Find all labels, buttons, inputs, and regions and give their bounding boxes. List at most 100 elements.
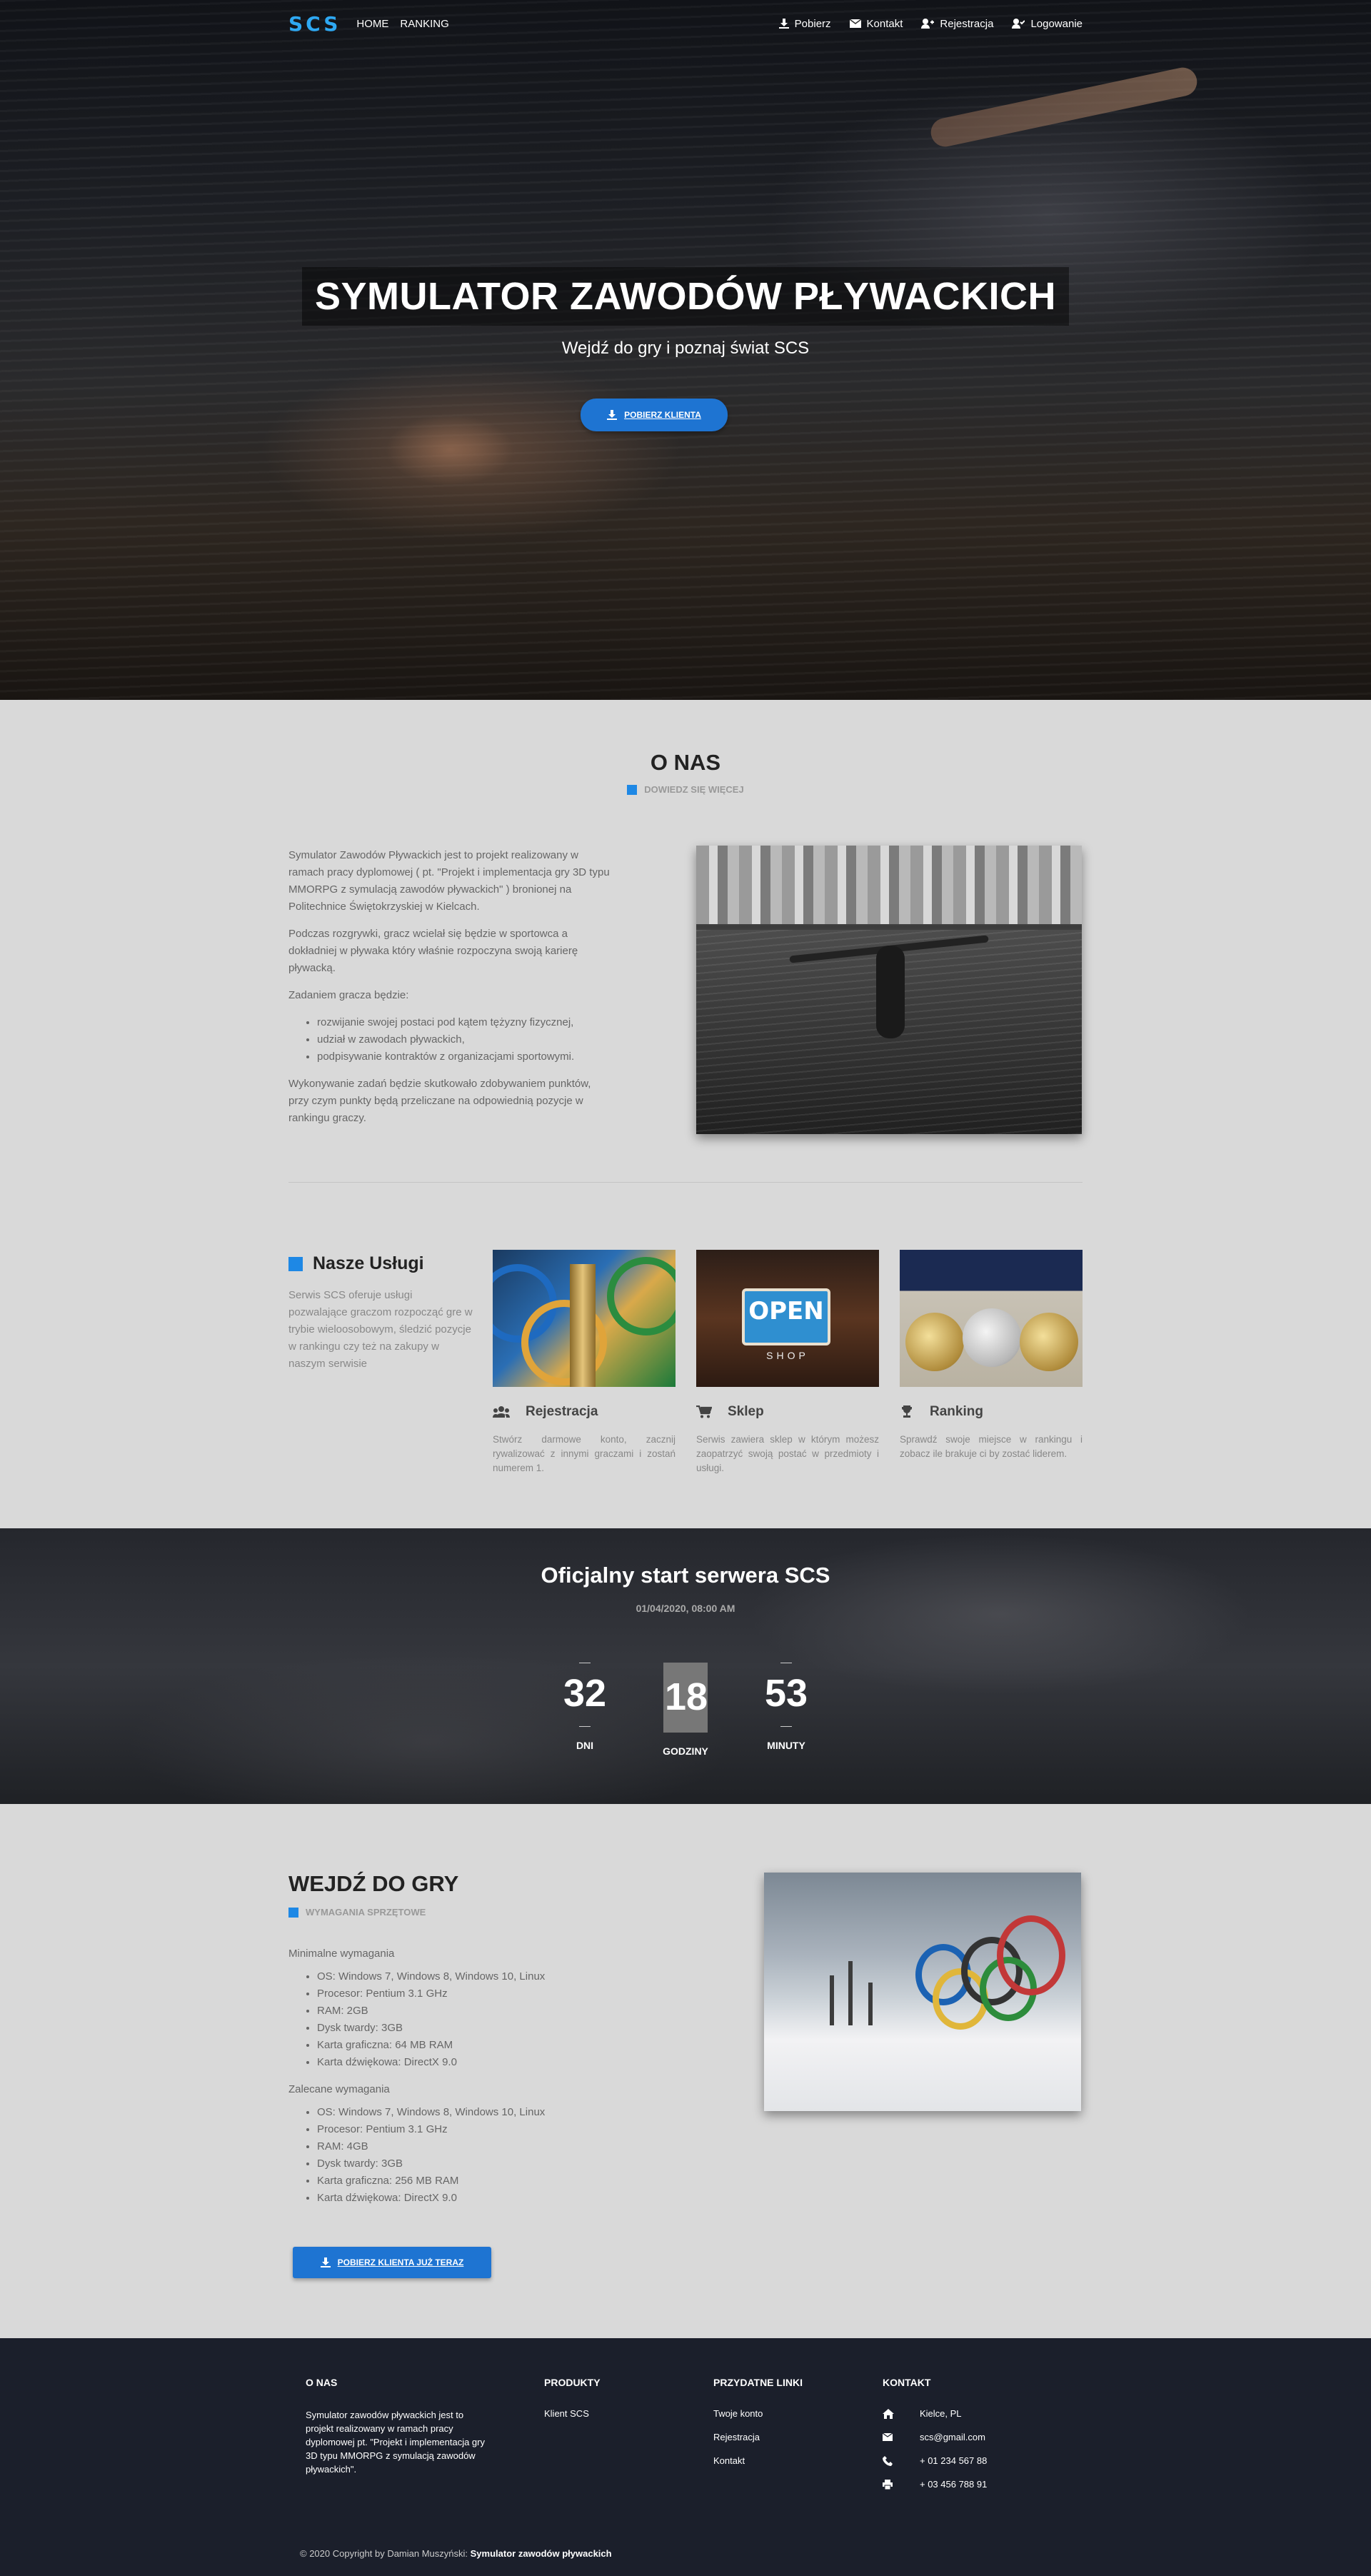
list-item: Karta dźwiękowa: DirectX 9.0 [317,2190,646,2207]
diver-photo [696,846,1082,1134]
countdown-date: 01/04/2020, 08:00 AM [636,1603,735,1614]
service-card-registration: Rejestracja Stwórz darmowe konto, zaczni… [493,1250,676,1475]
footer-links-title: PRZYDATNE LINKI [713,2377,803,2388]
nav-login-link[interactable]: Logowanie [1012,18,1083,30]
list-item: udział w zawodach pływackich, [317,1031,610,1048]
countdown-label: MINUTY [767,1740,805,1751]
section-divider [288,1182,1083,1183]
diver-body-image [876,946,905,1038]
medal-shape [963,1308,1021,1367]
list-item: Procesor: Pentium 3.1 GHz [317,2121,646,2138]
footer-products-title: PRODUKTY [544,2377,601,2388]
nav-right-group: Pobierz Kontakt Rejestracja Logowanie [760,18,1083,30]
copyright: © 2020 Copyright by Damian Muszyński: Sy… [300,2548,612,2559]
footer-link-register[interactable]: Rejestracja [713,2432,803,2442]
countdown-value: 18 [663,1663,708,1733]
nav-link-ranking[interactable]: RANKING [400,18,448,30]
countdown-minutes: 53 MINUTY [761,1663,811,1751]
footer-about: O NAS Symulator zawodów pływackich jest … [306,2377,491,2476]
trophy-icon [902,1405,912,1418]
about-subtitle-text: DOWIEDZ SIĘ WIĘCEJ [644,784,744,795]
city-skyline-image [696,846,1082,924]
contact-text: + 01 234 567 88 [920,2455,988,2466]
tree-shape [868,1983,873,2025]
user-plus-icon [921,19,935,29]
nav-download-link[interactable]: Pobierz [778,17,831,30]
service-title: Ranking [930,1404,983,1419]
shop-sign: SHOP [766,1350,809,1361]
olympic-rings-snow-photo [764,1873,1081,2111]
print-icon [883,2479,920,2490]
contact-fax: + 03 456 788 91 [883,2479,987,2490]
hero-title: SYMULATOR ZAWODÓW PŁYWACKICH [302,267,1069,326]
nav-login-label: Logowanie [1030,17,1083,30]
service-text: Stwórz darmowe konto, zacznij rywalizowa… [493,1434,676,1473]
ring-shape [997,1915,1065,1995]
list-item: RAM: 4GB [317,2138,646,2155]
list-item: Procesor: Pentium 3.1 GHz [317,1985,646,2003]
download-icon [778,19,789,29]
countdown-section: Oficjalny start serwera SCS 01/04/2020, … [0,1528,1371,1804]
medal-shape [1020,1313,1078,1371]
list-item: Karta graficzna: 256 MB RAM [317,2172,646,2190]
contact-text: Kielce, PL [920,2408,962,2419]
cart-icon [696,1405,712,1418]
nav-register-link[interactable]: Rejestracja [921,18,993,30]
nav-download-label: Pobierz [794,17,831,30]
footer-about-title: O NAS [306,2377,338,2388]
phone-icon [883,2455,920,2466]
service-card-shop: OPEN SHOP Sklep Serwis zawiera sklep w k… [696,1250,879,1475]
copyright-prefix: © 2020 Copyright by Damian Muszyński: [300,2548,468,2559]
contact-phone: + 01 234 567 88 [883,2455,987,2466]
game-section: WEJDŹ DO GRY WYMAGANIA SPRZĘTOWE Minimal… [0,1804,1371,2338]
logo[interactable]: SCS [288,12,341,36]
list-item: Karta graficzna: 64 MB RAM [317,2037,646,2054]
footer-link-account[interactable]: Twoje konto [713,2408,803,2419]
rec-requirements-title: Zalecane wymagania [288,2083,390,2095]
contact-text: + 03 456 788 91 [920,2479,988,2490]
ring-shape [607,1257,676,1335]
hero-download-label: POBIERZ KLIENTA [624,410,701,420]
contact-address: Kielce, PL [883,2408,987,2419]
list-item: RAM: 2GB [317,2003,646,2020]
footer-link-contact[interactable]: Kontakt [713,2455,803,2466]
list-item: Dysk twardy: 3GB [317,2020,646,2037]
footer-link-client[interactable]: Klient SCS [544,2408,601,2419]
footer-products: PRODUKTY Klient SCS [544,2377,601,2432]
footer-links: PRZYDATNE LINKI Twoje konto Rejestracja … [713,2377,803,2479]
user-check-icon [1012,19,1025,29]
list-item: podpisywanie kontraktów z organizacjami … [317,1048,610,1066]
footer-contact: KONTAKT Kielce, PL scs@gmail.com + 01 23… [883,2377,987,2502]
service-title-row: Ranking [900,1404,1083,1420]
home-icon [883,2408,920,2419]
min-requirements-list: OS: Windows 7, Windows 8, Windows 10, Li… [317,1968,646,2071]
about-task-list: rozwijanie swojej postaci pod kątem tęży… [317,1014,610,1066]
services-heading: Nasze Usługi [288,1253,424,1274]
medals-image [900,1250,1083,1387]
list-item: Dysk twardy: 3GB [317,2155,646,2172]
nav-contact-link[interactable]: Kontakt [849,18,903,30]
download-icon [320,2257,331,2267]
game-subtitle: WYMAGANIA SPRZĘTOWE [288,1907,426,1918]
services-description: Serwis SCS oferuje usługi pozwalające gr… [288,1289,473,1370]
footer: O NAS Symulator zawodów pływackich jest … [0,2338,1371,2576]
medal-shape [905,1313,964,1371]
service-text: Sprawdź swoje miejsce w rankingu i zobac… [900,1434,1083,1459]
envelope-icon [883,2433,920,2441]
nav-link-home[interactable]: HOME [356,18,388,30]
about-text: Symulator Zawodów Pływackich jest to pro… [288,847,610,1137]
olympic-torch-image [493,1250,676,1387]
hero-download-button[interactable]: POBIERZ KLIENTA [581,399,728,431]
hero-title-wrap: SYMULATOR ZAWODÓW PŁYWACKICH [0,267,1371,326]
users-icon [493,1406,510,1418]
service-text: Serwis zawiera sklep w którym możesz zao… [696,1434,879,1473]
copyright-name[interactable]: Symulator zawodów pływackich [471,2548,612,2559]
min-requirements-title: Minimalne wymagania [288,1948,395,1960]
envelope-icon [849,19,861,28]
download-client-button[interactable]: POBIERZ KLIENTA JUŻ TERAZ [293,2247,491,2278]
hero-section: SCS HOME RANKING Pobierz Kontakt Rejestr… [0,0,1371,700]
about-paragraph-4: Wykonywanie zadań będzie skutkowało zdob… [288,1078,591,1124]
countdown-value: 32 [563,1672,607,1715]
about-paragraph-2: Podczas rozgrywki, gracz wcielał się będ… [288,928,578,974]
accent-square [627,784,638,795]
